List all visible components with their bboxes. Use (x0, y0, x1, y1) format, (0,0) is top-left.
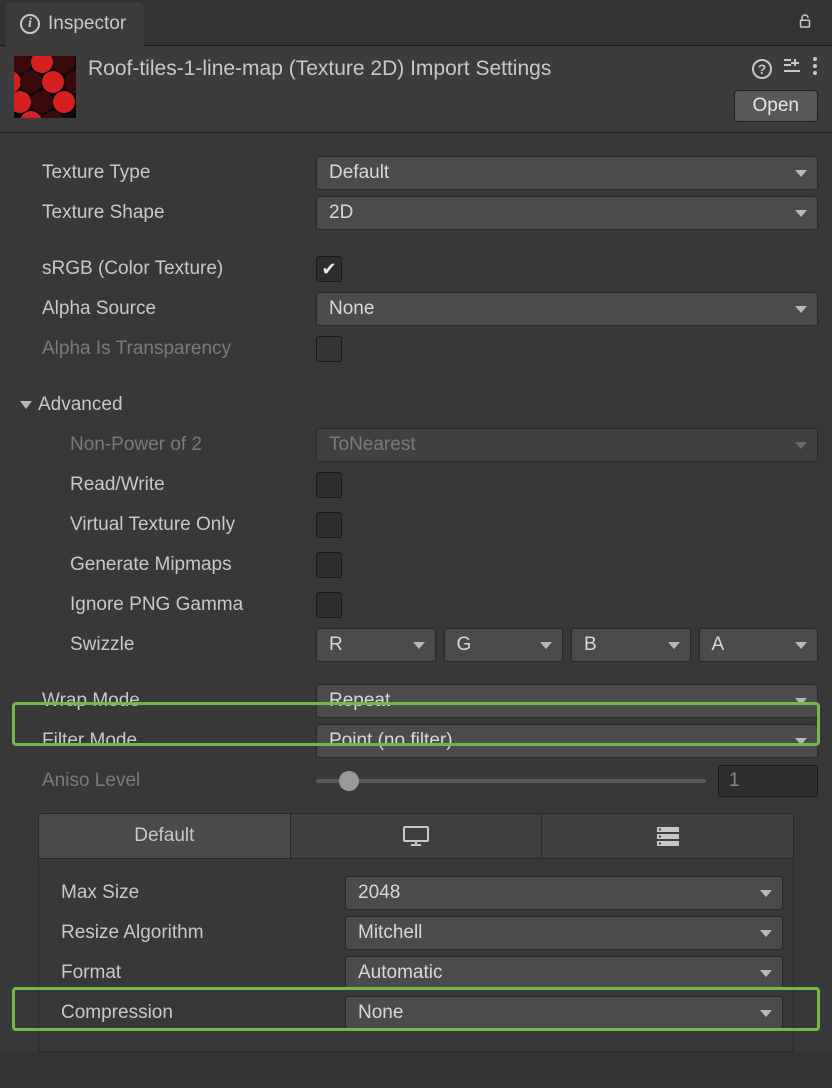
chevron-down-icon (760, 970, 772, 977)
label-ignore-png-gamma: Ignore PNG Gamma (14, 594, 306, 616)
chevron-down-icon (795, 698, 807, 705)
monitor-icon (402, 825, 430, 847)
dropdown-resize-algo[interactable]: Mitchell (345, 916, 783, 950)
chevron-down-icon (668, 642, 680, 649)
label-srgb: sRGB (Color Texture) (14, 258, 306, 280)
info-icon: i (20, 14, 40, 34)
inspector-body: Texture Type Default Texture Shape 2D sR… (0, 133, 832, 1052)
chevron-down-icon (795, 210, 807, 217)
label-gen-mipmaps: Generate Mipmaps (14, 554, 306, 576)
label-format: Format (49, 962, 335, 984)
label-max-size: Max Size (49, 882, 335, 904)
chevron-down-icon (795, 442, 807, 449)
platform-tabs: Default (38, 813, 794, 859)
label-aniso: Aniso Level (14, 770, 306, 792)
checkbox-virtual-texture[interactable] (316, 512, 342, 538)
slider-thumb (339, 771, 359, 791)
chevron-down-icon (795, 738, 807, 745)
checkbox-alpha-transparency (316, 336, 342, 362)
dropdown-texture-shape[interactable]: 2D (316, 196, 818, 230)
checkbox-ignore-png-gamma[interactable] (316, 592, 342, 618)
slider-aniso (316, 779, 706, 783)
dropdown-swizzle-r[interactable]: R (316, 628, 436, 662)
open-button[interactable]: Open (734, 90, 818, 122)
label-virtual-texture: Virtual Texture Only (14, 514, 306, 536)
tab-server[interactable] (542, 813, 794, 859)
chevron-down-icon (20, 401, 32, 409)
asset-header: Roof-tiles-1-line-map (Texture 2D) Impor… (0, 46, 832, 133)
label-resize-algo: Resize Algorithm (49, 922, 335, 944)
chevron-down-icon (540, 642, 552, 649)
dropdown-format[interactable]: Automatic (345, 956, 783, 990)
chevron-down-icon (413, 642, 425, 649)
label-filter-mode: Filter Mode (14, 730, 306, 752)
chevron-down-icon (760, 1010, 772, 1017)
tab-title: Inspector (48, 13, 126, 35)
help-icon[interactable]: ? (752, 59, 772, 79)
label-alpha-source: Alpha Source (14, 298, 306, 320)
chevron-down-icon (795, 642, 807, 649)
chevron-down-icon (760, 890, 772, 897)
label-read-write: Read/Write (14, 474, 306, 496)
label-swizzle: Swizzle (14, 634, 306, 656)
dropdown-swizzle-g[interactable]: G (444, 628, 564, 662)
lock-icon[interactable] (796, 12, 814, 30)
tab-bar: i Inspector (0, 0, 832, 46)
label-compression: Compression (49, 1002, 335, 1024)
checkbox-srgb[interactable]: ✔ (316, 256, 342, 282)
checkbox-read-write[interactable] (316, 472, 342, 498)
dropdown-wrap-mode[interactable]: Repeat (316, 684, 818, 718)
tab-default[interactable]: Default (38, 813, 291, 859)
dropdown-compression[interactable]: None (345, 996, 783, 1030)
check-icon: ✔ (321, 259, 336, 280)
menu-icon[interactable] (812, 56, 818, 82)
label-alpha-transparency: Alpha Is Transparency (14, 338, 306, 360)
inspector-tab[interactable]: i Inspector (6, 2, 144, 46)
label-texture-shape: Texture Shape (14, 202, 306, 224)
dropdown-swizzle-a[interactable]: A (699, 628, 819, 662)
dropdown-swizzle-b[interactable]: B (571, 628, 691, 662)
asset-title: Roof-tiles-1-line-map (Texture 2D) Impor… (88, 57, 744, 81)
chevron-down-icon (760, 930, 772, 937)
field-aniso-value: 1 (718, 765, 818, 797)
dropdown-texture-type[interactable]: Default (316, 156, 818, 190)
checkbox-gen-mipmaps[interactable] (316, 552, 342, 578)
foldout-advanced[interactable]: Advanced (14, 385, 818, 425)
chevron-down-icon (795, 306, 807, 313)
platform-body: Max Size 2048 Resize Algorithm Mitchell … (38, 859, 794, 1052)
texture-thumbnail (14, 56, 76, 118)
chevron-down-icon (795, 170, 807, 177)
dropdown-npot: ToNearest (316, 428, 818, 462)
dropdown-filter-mode[interactable]: Point (no filter) (316, 724, 818, 758)
label-texture-type: Texture Type (14, 162, 306, 184)
label-npot: Non-Power of 2 (14, 434, 306, 456)
dropdown-max-size[interactable]: 2048 (345, 876, 783, 910)
dropdown-alpha-source[interactable]: None (316, 292, 818, 326)
tab-standalone[interactable] (291, 813, 543, 859)
server-icon (654, 825, 682, 847)
presets-icon[interactable] (782, 56, 802, 82)
label-wrap-mode: Wrap Mode (14, 690, 306, 712)
